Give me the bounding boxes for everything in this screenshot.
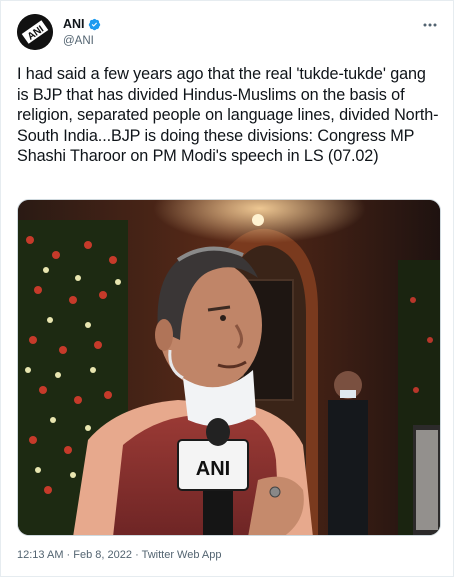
verified-badge-icon: [88, 18, 100, 30]
tweet-source[interactable]: Twitter Web App: [142, 549, 222, 561]
tweet-text: I had said a few years ago that the real…: [17, 65, 439, 166]
meta-separator: ·: [135, 549, 139, 561]
more-options-icon: [423, 23, 437, 27]
author-display-name[interactable]: ANI: [63, 17, 85, 31]
microphone-ani-label: ANI: [196, 458, 230, 480]
author-handle[interactable]: @ANI: [63, 35, 101, 47]
avatar[interactable]: ANI: [17, 14, 53, 50]
author-names: ANI @ANI: [63, 16, 101, 47]
meta-separator: ·: [66, 549, 71, 561]
more-options-button[interactable]: [419, 14, 441, 36]
tharoor-speaking-photo: ANI: [18, 200, 440, 535]
tweet-card: ANI ANI @ANI I had said a few years ago …: [0, 0, 454, 577]
ani-logo-icon: ANI: [17, 14, 53, 50]
tweet-header: ANI ANI @ANI: [17, 14, 441, 54]
tweet-media-image[interactable]: ANI: [17, 199, 441, 536]
tweet-date[interactable]: Feb 8, 2022: [73, 549, 132, 561]
tweet-time[interactable]: 12:13 AM: [17, 549, 63, 561]
tweet-timestamp: 12:13 AM · Feb 8, 2022 · Twitter Web App: [17, 549, 221, 561]
